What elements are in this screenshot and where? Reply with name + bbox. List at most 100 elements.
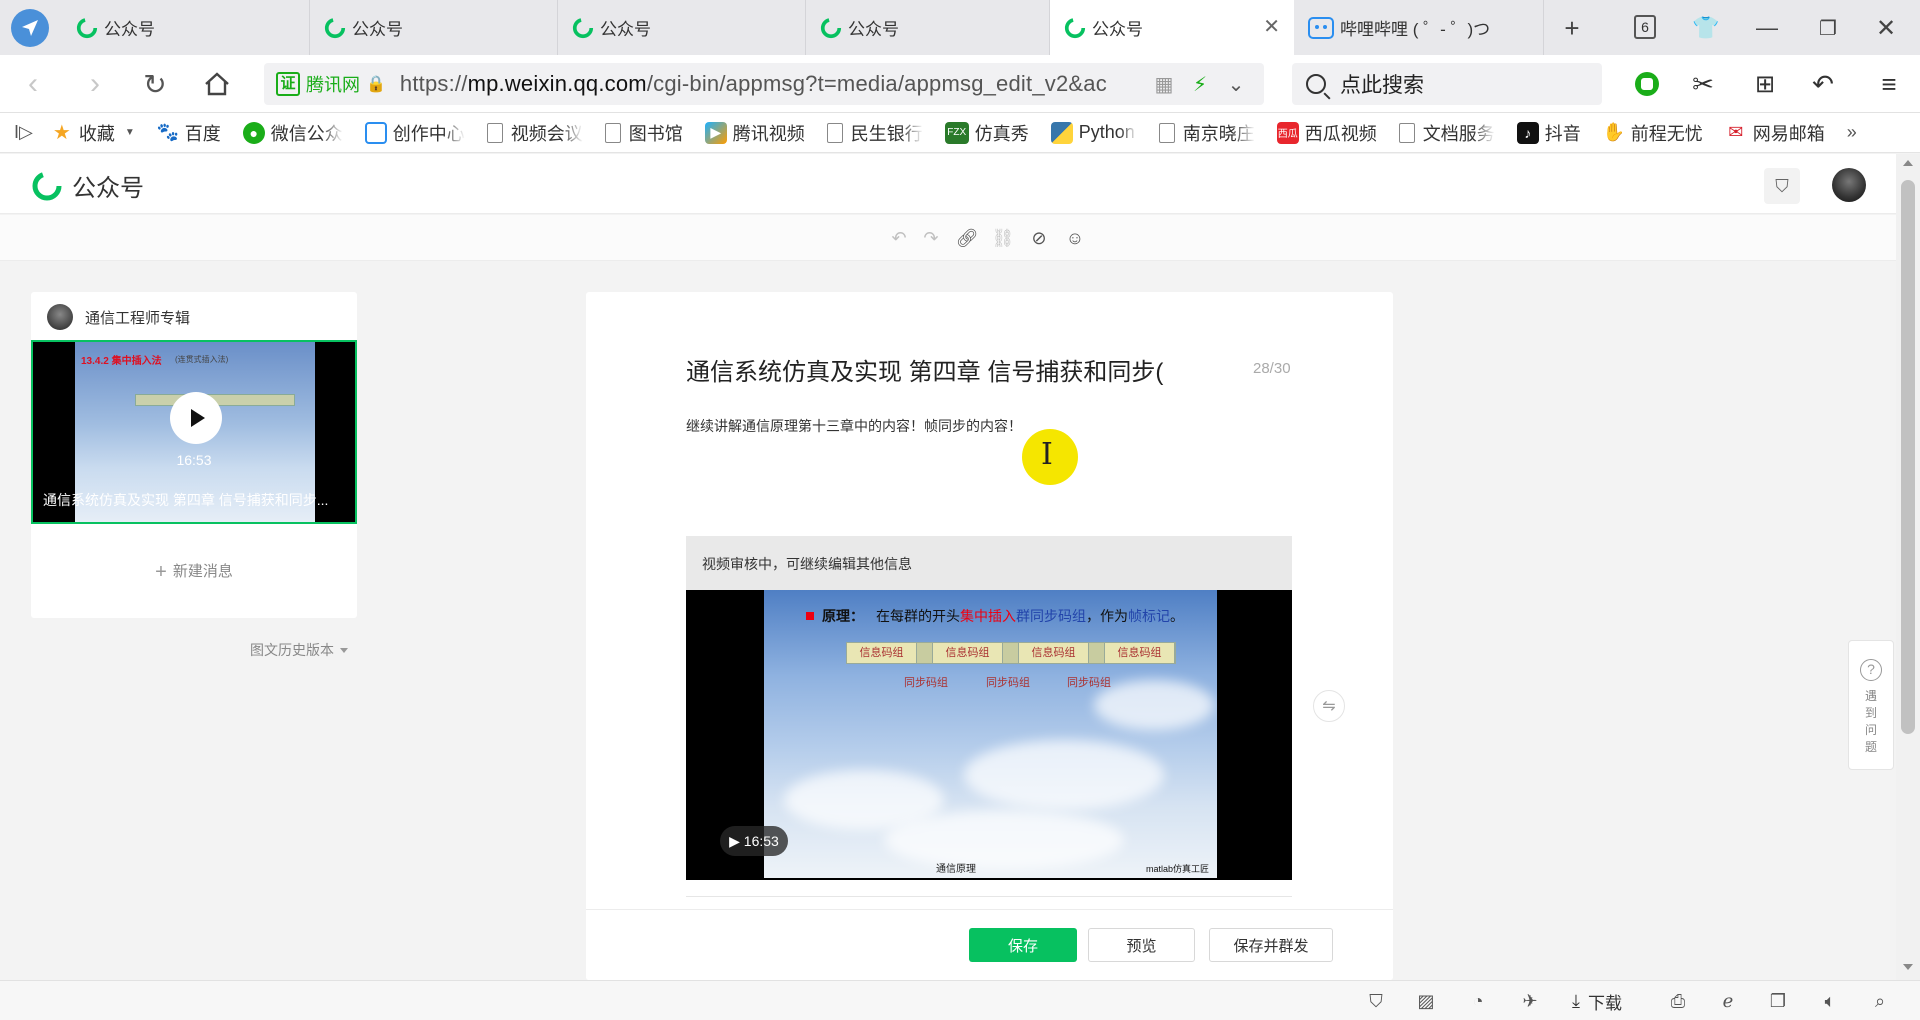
qr-code-icon[interactable]: ▦ — [1152, 72, 1176, 96]
tab-count-badge[interactable]: 6 — [1634, 15, 1656, 39]
bookmark-item[interactable]: ▶ 腾讯视频 — [704, 120, 805, 146]
bookmark-item[interactable]: ✋ 前程无忧 — [1603, 120, 1703, 146]
netease-mail-icon: ✉ — [1728, 122, 1744, 142]
article-card-selected[interactable]: 13.4.2 集中插入法 (连贯式插入法) 16:53 通信系统仿真及实现 第四… — [31, 340, 357, 524]
emoji-icon[interactable]: ☺ — [1062, 225, 1088, 251]
question-icon: ? — [1860, 659, 1882, 681]
mini-program-icon[interactable]: ⊘ — [1026, 225, 1052, 251]
download-icon: ⤓ — [1572, 991, 1580, 1011]
tab-label: 公众号 — [104, 20, 155, 39]
bookmark-item[interactable]: FZX 仿真秀 — [944, 120, 1029, 146]
app-logo[interactable]: 公众号 — [30, 168, 144, 203]
undo-icon[interactable]: ↶ — [1806, 68, 1840, 100]
bookmark-item[interactable]: 图书馆 — [604, 120, 683, 146]
redo-icon[interactable]: ↷ — [918, 225, 944, 251]
save-button[interactable]: 保存 — [969, 928, 1077, 962]
more-bookmarks-icon[interactable]: » — [1847, 122, 1857, 143]
apps-grid-icon[interactable]: ⊞ — [1748, 68, 1782, 100]
article-title-input[interactable]: 通信系统仿真及实现 第四章 信号捕获和同步( — [686, 352, 1163, 387]
browser-tab-active[interactable]: 公众号 ✕ — [1050, 0, 1294, 55]
minimize-button[interactable]: — — [1751, 12, 1783, 44]
close-window-button[interactable]: ✕ — [1870, 12, 1902, 44]
scroll-down-icon[interactable] — [1903, 964, 1913, 970]
browser-tab[interactable]: 公众号 — [310, 0, 558, 55]
bookmark-item[interactable]: ★ 收藏 ▼ — [51, 120, 135, 146]
bookmark-item[interactable]: 视频会议 — [486, 120, 583, 146]
bookmark-item[interactable]: ● 微信公众 — [242, 120, 343, 146]
browser-tab[interactable]: 公众号 — [62, 0, 310, 55]
back-button[interactable]: ‹ — [16, 67, 50, 101]
new-message-button[interactable]: + 新建消息 — [31, 560, 357, 584]
close-icon[interactable]: ✕ — [1263, 17, 1280, 37]
bookmark-item[interactable]: 🐾 百度 — [157, 120, 221, 146]
bookmark-item[interactable]: 西瓜 西瓜视频 — [1276, 120, 1377, 146]
skin-icon[interactable]: 👕 — [1690, 12, 1722, 44]
browser-tab[interactable]: 公众号 — [558, 0, 806, 55]
bookmark-item[interactable]: 创作中心 — [364, 120, 465, 146]
swap-icon[interactable]: ⇋ — [1313, 690, 1345, 722]
wechat-mp-icon — [820, 17, 842, 38]
speaker-icon[interactable]: 🔈︎ — [1818, 990, 1842, 1012]
ie-icon[interactable]: ℯ — [1716, 990, 1740, 1012]
preview-button[interactable]: 预览 — [1088, 928, 1195, 962]
video-duration-badge[interactable]: ▶ 16:53 — [720, 826, 788, 856]
bookmark-item[interactable]: 文档服务 — [1398, 120, 1495, 146]
history-version-dropdown[interactable]: 图文历史版本 — [250, 640, 348, 660]
shield-icon[interactable]: ⛉ — [1764, 168, 1800, 204]
home-button[interactable] — [200, 67, 234, 101]
browser-logo-icon[interactable] — [11, 9, 49, 47]
print-icon[interactable]: ⎙ — [1666, 990, 1690, 1012]
url-field[interactable]: 证 腾讯网 🔒 https://mp.weixin.qq.com/cgi-bin… — [264, 63, 1264, 105]
browser-status-bar: ⛉ ▨ ◔ ✈ ⤓ 下载 ⎙ ℯ ❐ 🔈︎ ⌕ — [0, 980, 1920, 1020]
page-scrollbar[interactable] — [1896, 154, 1920, 980]
app-name: 公众号 — [72, 175, 144, 202]
forward-button[interactable]: › — [78, 67, 112, 101]
new-tab-button[interactable]: + — [1556, 12, 1588, 44]
browser-tab[interactable]: 哔哩哔哩 ( ゜- ゜)つ — [1294, 0, 1544, 55]
scroll-thumb[interactable] — [1901, 180, 1915, 734]
search-input[interactable]: 点此搜索 — [1292, 63, 1602, 105]
search-icon[interactable]: ⌕ — [1868, 990, 1892, 1012]
search-icon — [1306, 74, 1326, 94]
tencent-video-icon: ▶ — [704, 121, 727, 144]
download-button[interactable]: ⤓ 下载 — [1572, 989, 1622, 1014]
avatar[interactable] — [1832, 168, 1866, 202]
bookmark-item[interactable]: 民生银行 — [826, 120, 923, 146]
window-icon[interactable]: ❐ — [1766, 990, 1790, 1012]
browser-tab[interactable]: 公众号 — [806, 0, 1050, 55]
certificate-icon: 证 — [276, 72, 300, 96]
reload-button[interactable]: ↻ — [138, 67, 172, 101]
image-icon[interactable]: ▨ — [1414, 990, 1438, 1012]
tab-label: 公众号 — [848, 20, 899, 39]
menu-icon[interactable]: ≡ — [1872, 68, 1906, 100]
bookmark-item[interactable]: ✉ 网易邮箱 — [1725, 120, 1825, 146]
sidebar-toggle-icon[interactable]: I▷ — [14, 122, 33, 143]
lightning-icon[interactable]: ⚡ — [1188, 72, 1212, 96]
wechat-extension-icon[interactable] — [1630, 68, 1664, 100]
python-icon — [1050, 121, 1073, 144]
unlink-icon[interactable]: ⛓︎ — [990, 225, 1016, 251]
scroll-up-icon[interactable] — [1903, 160, 1913, 166]
bookmark-item[interactable]: Python — [1050, 121, 1137, 144]
play-icon[interactable] — [170, 392, 222, 444]
search-placeholder: 点此搜索 — [1340, 74, 1424, 97]
help-widget[interactable]: ? 遇到问题 — [1848, 640, 1894, 770]
undo-icon[interactable]: ↶ — [886, 225, 912, 251]
chevron-down-icon[interactable]: ⌄ — [1224, 72, 1248, 96]
url-text[interactable]: https://mp.weixin.qq.com/cgi-bin/appmsg?… — [400, 71, 1140, 97]
save-and-publish-button[interactable]: 保存并群发 — [1209, 928, 1333, 962]
doc-icon — [486, 122, 503, 143]
restore-button[interactable]: ❐ — [1812, 12, 1844, 44]
speed-icon[interactable]: ◔ — [1466, 990, 1490, 1012]
article-summary-text[interactable]: 继续讲解通信原理第十三章中的内容！帧同步的内容！ — [686, 416, 1022, 436]
rocket-icon[interactable]: ✈ — [1518, 990, 1542, 1012]
shield-check-icon[interactable]: ⛉ — [1364, 990, 1388, 1012]
link-icon[interactable]: 🔗︎ — [954, 225, 980, 251]
video-embed[interactable]: 视频审核中，可继续编辑其他信息 原理： 在每群的开头集中插入群同步码组，作为帧标记… — [686, 536, 1292, 880]
doc-icon — [1158, 122, 1175, 143]
bookmark-item[interactable]: 南京晓庄 — [1158, 120, 1255, 146]
scissors-icon[interactable]: ✂ — [1686, 68, 1720, 100]
bookmark-item[interactable]: ♪ 抖音 — [1516, 120, 1581, 146]
slide-principle-text: 原理： 在每群的开头集中插入群同步码组，作为帧标记。 — [806, 606, 1184, 626]
editor-toolbar: ↶ ↷ 🔗︎ ⛓︎ ⊘ ☺ — [0, 215, 1896, 261]
